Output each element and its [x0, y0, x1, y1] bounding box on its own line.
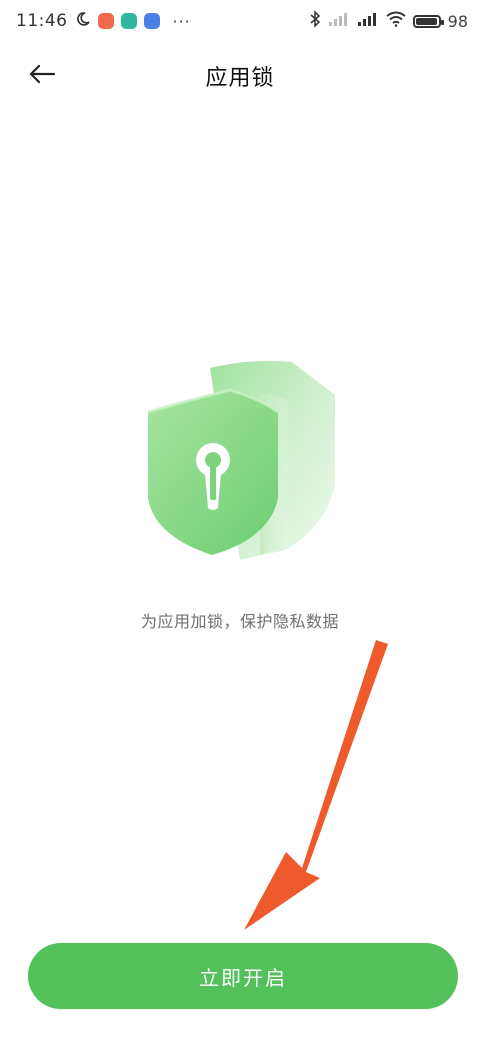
wifi-icon	[386, 11, 406, 31]
back-button[interactable]	[20, 56, 64, 96]
description-text: 为应用加锁，保护隐私数据	[140, 612, 339, 631]
annotation-arrow	[244, 640, 388, 930]
signal-icon	[357, 11, 379, 31]
app-notification-icon	[120, 13, 137, 29]
battery-fill	[415, 17, 438, 25]
status-bar: 11:46 ··· 98	[0, 0, 480, 42]
status-time: 11:46	[16, 11, 68, 31]
battery-percentage: 98	[447, 11, 468, 31]
screen: 11:46 ··· 98 应用锁 为应用加锁，保护隐私数据 立即开启	[0, 0, 480, 1048]
signal-icon	[328, 11, 350, 31]
page-title: 应用锁	[205, 66, 275, 91]
arrow-left-icon	[28, 64, 56, 88]
app-notification-icon	[143, 13, 160, 29]
app-notification-icon	[97, 13, 114, 29]
header: 应用锁	[0, 48, 480, 104]
battery-icon	[412, 14, 444, 28]
shield-lock-illustration	[130, 350, 360, 570]
more-notifications-icon: ···	[172, 11, 191, 31]
enable-now-button[interactable]: 立即开启	[28, 943, 458, 1009]
status-left: 11:46 ···	[16, 11, 191, 31]
bluetooth-icon	[309, 10, 321, 32]
moon-icon	[75, 11, 91, 31]
status-right: 98	[309, 10, 468, 32]
shield-lock-icon	[147, 360, 335, 560]
